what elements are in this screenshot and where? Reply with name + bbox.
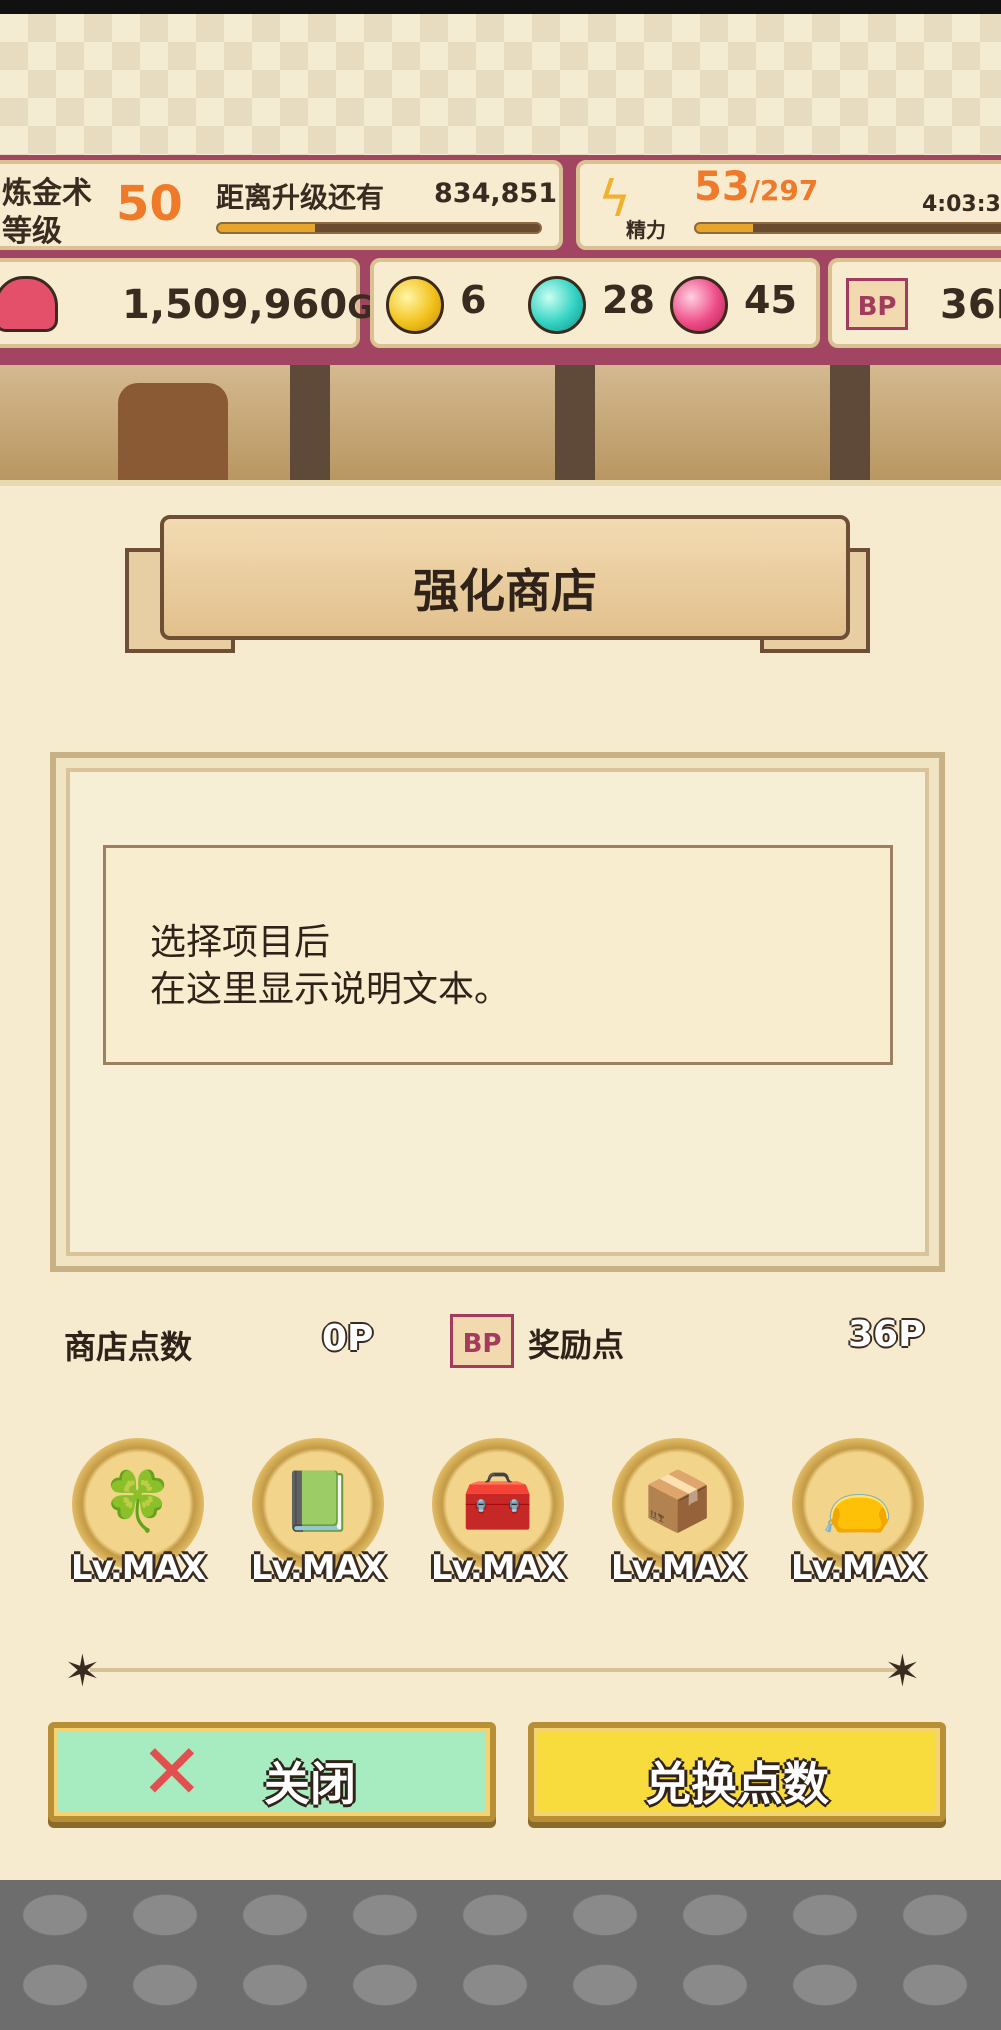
item-level-pouch: Lv.MAX	[790, 1548, 926, 1588]
book-icon: 📗	[281, 1467, 355, 1535]
gold-amount: 1,509,960G	[122, 282, 373, 328]
level-panel: 炼金术 等级 50 距离升级还有 834,851	[0, 160, 563, 250]
exchange-points-button[interactable]: 兑换点数	[528, 1722, 946, 1822]
pink-orb-icon	[670, 276, 728, 334]
next-level-value: 834,851	[434, 178, 557, 209]
stamina-max: /297	[749, 174, 819, 207]
dialog-title: 强化商店	[413, 564, 597, 618]
stamina-current-value: 53	[694, 164, 750, 210]
bonus-badge-icon: BP	[450, 1314, 514, 1368]
star-ornament-icon: ✶	[64, 1646, 101, 1697]
room-beam	[555, 365, 595, 485]
cobblestone-floor	[0, 1880, 1001, 2030]
stamina-timer: 4:03:31	[922, 192, 1001, 217]
teal-orb-count: 28	[602, 278, 655, 322]
room-beam	[830, 365, 870, 485]
shop-points-label: 商店点数	[64, 1328, 193, 1366]
background-pattern	[0, 14, 1001, 164]
close-button[interactable]: ✕ 关闭	[48, 1722, 496, 1822]
level-value: 50	[116, 176, 183, 232]
orb-panel: 6 28 45	[370, 258, 820, 348]
teal-orb-icon	[528, 276, 586, 334]
stamina-panel: ϟ 精力 53/297 4:03:31	[576, 160, 1001, 250]
room-beam	[290, 365, 330, 485]
divider-line	[90, 1668, 910, 1672]
pink-orb-count: 45	[744, 278, 797, 322]
bp-panel: BP 36P	[828, 258, 1001, 348]
description-note: 选择项目后 在这里显示说明文本。	[103, 845, 893, 1065]
yellow-orb-count: 6	[460, 278, 487, 322]
close-x-icon: ✕	[140, 1727, 204, 1816]
clover-icon: 🍀	[101, 1467, 175, 1535]
shop-points-value: 0P	[322, 1318, 374, 1359]
alchemy-level-label-2: 等级	[2, 214, 62, 249]
stamina-label: 精力	[626, 218, 666, 242]
chest-icon: 🧰	[461, 1467, 535, 1535]
item-level-clover: Lv.MAX	[70, 1548, 206, 1588]
item-level-book: Lv.MAX	[250, 1548, 386, 1588]
status-bar	[0, 0, 1001, 14]
gold-panel: 1,509,960G	[0, 258, 373, 348]
crate-icon: 📦	[641, 1467, 715, 1535]
next-level-progress	[216, 222, 542, 234]
bp-badge-icon: BP	[846, 278, 908, 330]
description-line-1: 选择项目后	[150, 922, 331, 963]
stamina-current: 53/297	[694, 164, 818, 210]
description-line-2: 在这里显示说明文本。	[150, 969, 511, 1010]
item-level-crate: Lv.MAX	[610, 1548, 746, 1588]
star-ornament-icon: ✶	[884, 1646, 921, 1697]
room-background	[0, 365, 1001, 485]
next-level-label: 距离升级还有	[216, 181, 385, 214]
gold-value: 1,509,960	[122, 282, 348, 328]
exchange-button-label: 兑换点数	[645, 1757, 829, 1811]
pouch-icon: 👝	[821, 1467, 895, 1535]
bp-value: 36P	[940, 282, 1001, 328]
stamina-progress	[694, 222, 1001, 234]
yellow-orb-icon	[386, 276, 444, 334]
next-level-progress-fill	[218, 224, 315, 232]
item-level-chest: Lv.MAX	[430, 1548, 566, 1588]
clock-icon	[118, 383, 228, 485]
close-button-label: 关闭	[264, 1757, 356, 1811]
bonus-points-label: 奖励点	[528, 1326, 625, 1364]
wallet-icon	[0, 276, 58, 332]
stamina-progress-fill	[696, 224, 753, 232]
bonus-points-value: 36P	[848, 1314, 925, 1355]
